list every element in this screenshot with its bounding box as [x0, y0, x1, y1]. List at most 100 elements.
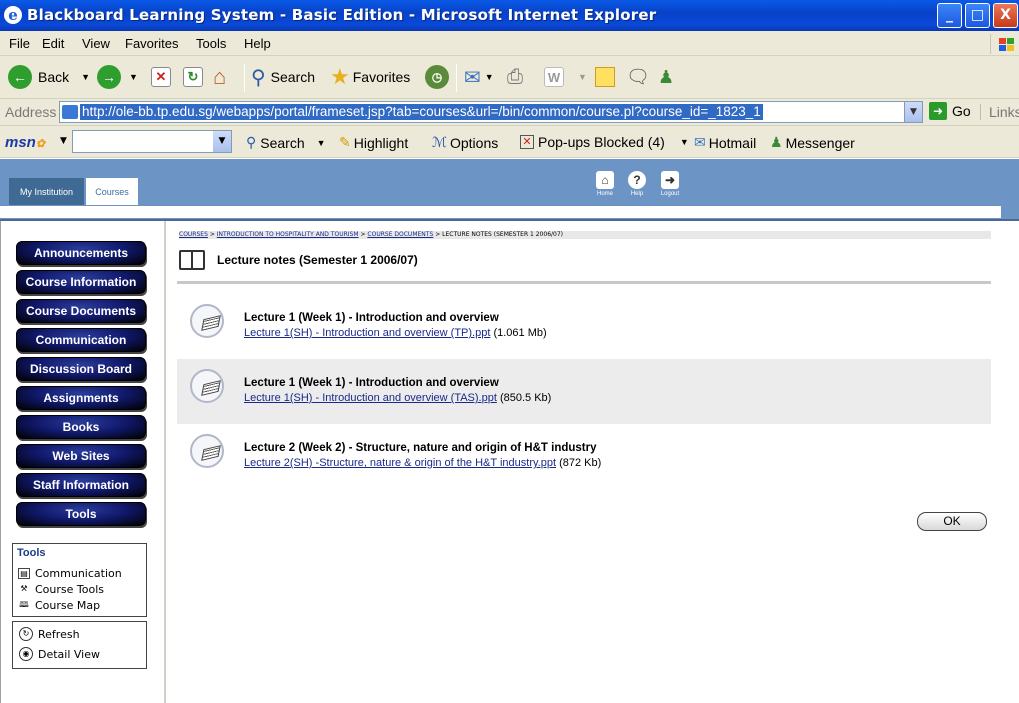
minimize-button[interactable]: _	[937, 3, 962, 28]
msn-search-dropdown-icon[interactable]: ▼	[213, 131, 231, 152]
hotmail-button[interactable]: ✉ Hotmail	[694, 134, 756, 151]
popups-blocked-button[interactable]: ✕ Pop-ups Blocked (4) ▼	[520, 134, 689, 150]
maximize-button[interactable]: □	[965, 3, 990, 28]
discuss-icon: 🗨	[626, 67, 651, 88]
nav-staff-information[interactable]: Staff Information	[16, 473, 146, 497]
note-icon	[595, 67, 615, 87]
messenger-button[interactable]: ♟ Messenger	[770, 134, 855, 151]
menu-favorites[interactable]: Favorites	[125, 36, 178, 51]
refresh-button[interactable]: ↻	[183, 64, 203, 90]
attachment-link[interactable]: Lecture 1(SH) - Introduction and overvie…	[244, 392, 497, 404]
tab-courses[interactable]: Courses	[86, 178, 138, 205]
home-button[interactable]: ⌂	[213, 64, 226, 90]
ok-button[interactable]: OK	[917, 512, 987, 531]
mail-icon: ✉	[464, 66, 481, 89]
stop-button[interactable]: ✕	[151, 64, 171, 90]
go-button[interactable]: ➜ Go	[929, 102, 971, 120]
mail-button[interactable]: ✉ ▼	[464, 64, 494, 90]
bb-home-icon: ⌂	[596, 171, 614, 189]
menu-help[interactable]: Help	[244, 36, 271, 51]
popups-dropdown-icon[interactable]: ▼	[680, 137, 689, 147]
forward-button[interactable]: → ▼	[97, 64, 138, 90]
search-button[interactable]: ⚲ Search	[251, 64, 315, 90]
edit-button[interactable]: W ▼	[544, 64, 587, 90]
book-icon	[179, 250, 205, 270]
links-toolbar[interactable]: Links	[980, 104, 1019, 120]
nav-course-information[interactable]: Course Information	[16, 270, 146, 294]
menu-tools[interactable]: Tools	[196, 36, 226, 51]
nav-communication[interactable]: Communication	[16, 328, 146, 352]
highlighter-icon: ✎	[339, 134, 351, 150]
document-icon	[190, 369, 224, 403]
print-button[interactable]: ⎙	[507, 64, 523, 90]
history-button[interactable]: ◷	[425, 64, 449, 90]
window-title: Blackboard Learning System - Basic Editi…	[27, 6, 657, 24]
menu-view[interactable]: View	[82, 36, 110, 51]
breadcrumb-separator: >	[209, 231, 215, 238]
forward-arrow-icon: →	[97, 65, 121, 89]
msn-search-dropdown-arrow-icon[interactable]: ▼	[317, 138, 326, 148]
nav-discussion-board[interactable]: Discussion Board	[16, 357, 146, 381]
breadcrumb-course-link[interactable]: INTRODUCTION TO HOSPITALITY AND TOURISM	[217, 231, 359, 238]
header-divider	[177, 281, 991, 284]
list-item: Lecture 1 (Week 1) - Introduction and ov…	[177, 294, 991, 359]
menu-file[interactable]: File	[9, 36, 30, 51]
msn-dropdown-icon[interactable]: ▼	[60, 136, 67, 146]
edit-dropdown-icon[interactable]: ▼	[578, 72, 587, 82]
msn-logo-text: msn	[5, 134, 36, 151]
nav-books[interactable]: Books	[16, 415, 146, 439]
highlight-label: Highlight	[353, 134, 409, 151]
home-link[interactable]: ⌂ Home	[590, 171, 620, 197]
list-item: Lecture 2 (Week 2) - Structure, nature a…	[177, 424, 991, 489]
list-item: Lecture 1 (Week 1) - Introduction and ov…	[177, 359, 991, 424]
tools-communication-link[interactable]: ▤ Communication	[18, 567, 122, 580]
back-button[interactable]: ← Back ▼	[8, 64, 90, 90]
notes-button[interactable]	[595, 64, 615, 90]
msn-logo[interactable]: msn✿	[5, 134, 45, 151]
attachment-link[interactable]: Lecture 2(SH) -Structure, nature & origi…	[244, 457, 556, 469]
help-link[interactable]: ? Help	[622, 171, 652, 197]
refresh-link[interactable]: ↻ Refresh	[19, 627, 80, 641]
msn-search-button[interactable]: ⚲ Search ▼	[246, 134, 326, 151]
msn-search-icon: ⚲	[246, 134, 257, 150]
breadcrumb-courses-link[interactable]: COURSES	[179, 231, 208, 238]
messenger-toolbar-button[interactable]: ♟	[658, 64, 674, 90]
detail-view-link[interactable]: ◉ Detail View	[19, 647, 100, 661]
mail-dropdown-icon[interactable]: ▼	[485, 72, 494, 82]
logout-link[interactable]: ➜ Logout	[655, 171, 685, 197]
msn-search-input[interactable]: ▼	[72, 130, 232, 153]
highlight-button[interactable]: ✎ Highlight	[339, 134, 408, 151]
address-dropdown-icon[interactable]: ▼	[904, 102, 922, 122]
refresh-icon: ↻	[183, 67, 203, 87]
print-icon: ⎙	[507, 65, 523, 88]
standard-toolbar: ← Back ▼ → ▼ ✕ ↻ ⌂ ⚲ Search ★ Favorites …	[0, 56, 1019, 99]
tools-course-map-link[interactable]: 🕮 Course Map	[18, 599, 100, 612]
page-title: Lecture notes (Semester 1 2006/07)	[217, 253, 418, 267]
blackboard-header: My Institution Courses ⌂ Home ? Help ➜ L…	[0, 159, 1019, 221]
nav-web-sites[interactable]: Web Sites	[16, 444, 146, 468]
windows-logo-icon	[990, 34, 1016, 54]
options-button[interactable]: ℳ Options	[432, 134, 498, 151]
favorites-label: Favorites	[352, 69, 411, 85]
detail-view-icon: ◉	[19, 647, 33, 661]
menu-edit[interactable]: Edit	[42, 36, 64, 51]
breadcrumb-documents-link[interactable]: COURSE DOCUMENTS	[367, 231, 433, 238]
back-dropdown-icon[interactable]: ▼	[81, 72, 90, 82]
breadcrumb: COURSES > INTRODUCTION TO HOSPITALITY AN…	[179, 231, 991, 239]
nav-course-documents[interactable]: Course Documents	[16, 299, 146, 323]
nav-assignments[interactable]: Assignments	[16, 386, 146, 410]
close-button[interactable]: X	[993, 3, 1018, 28]
favorites-button[interactable]: ★ Favorites	[330, 64, 410, 90]
forward-dropdown-icon[interactable]: ▼	[129, 72, 138, 82]
logout-icon: ➜	[661, 171, 679, 189]
attachment-link[interactable]: Lecture 1(SH) - Introduction and overvie…	[244, 327, 490, 339]
messenger-label: Messenger	[785, 134, 855, 151]
nav-announcements[interactable]: Announcements	[16, 241, 146, 265]
tab-my-institution[interactable]: My Institution	[9, 178, 84, 205]
address-field[interactable]: http://ole-bb.tp.edu.sg/webapps/portal/f…	[59, 101, 923, 123]
address-url[interactable]: http://ole-bb.tp.edu.sg/webapps/portal/f…	[80, 104, 763, 120]
nav-tools[interactable]: Tools	[16, 502, 146, 526]
msn-toolbar: msn✿ ▼ ▼ ⚲ Search ▼ ✎ Highlight ℳ Option…	[0, 126, 1019, 158]
discuss-button[interactable]: 🗨	[626, 64, 650, 90]
tools-course-tools-link[interactable]: ⚒ Course Tools	[18, 583, 104, 596]
